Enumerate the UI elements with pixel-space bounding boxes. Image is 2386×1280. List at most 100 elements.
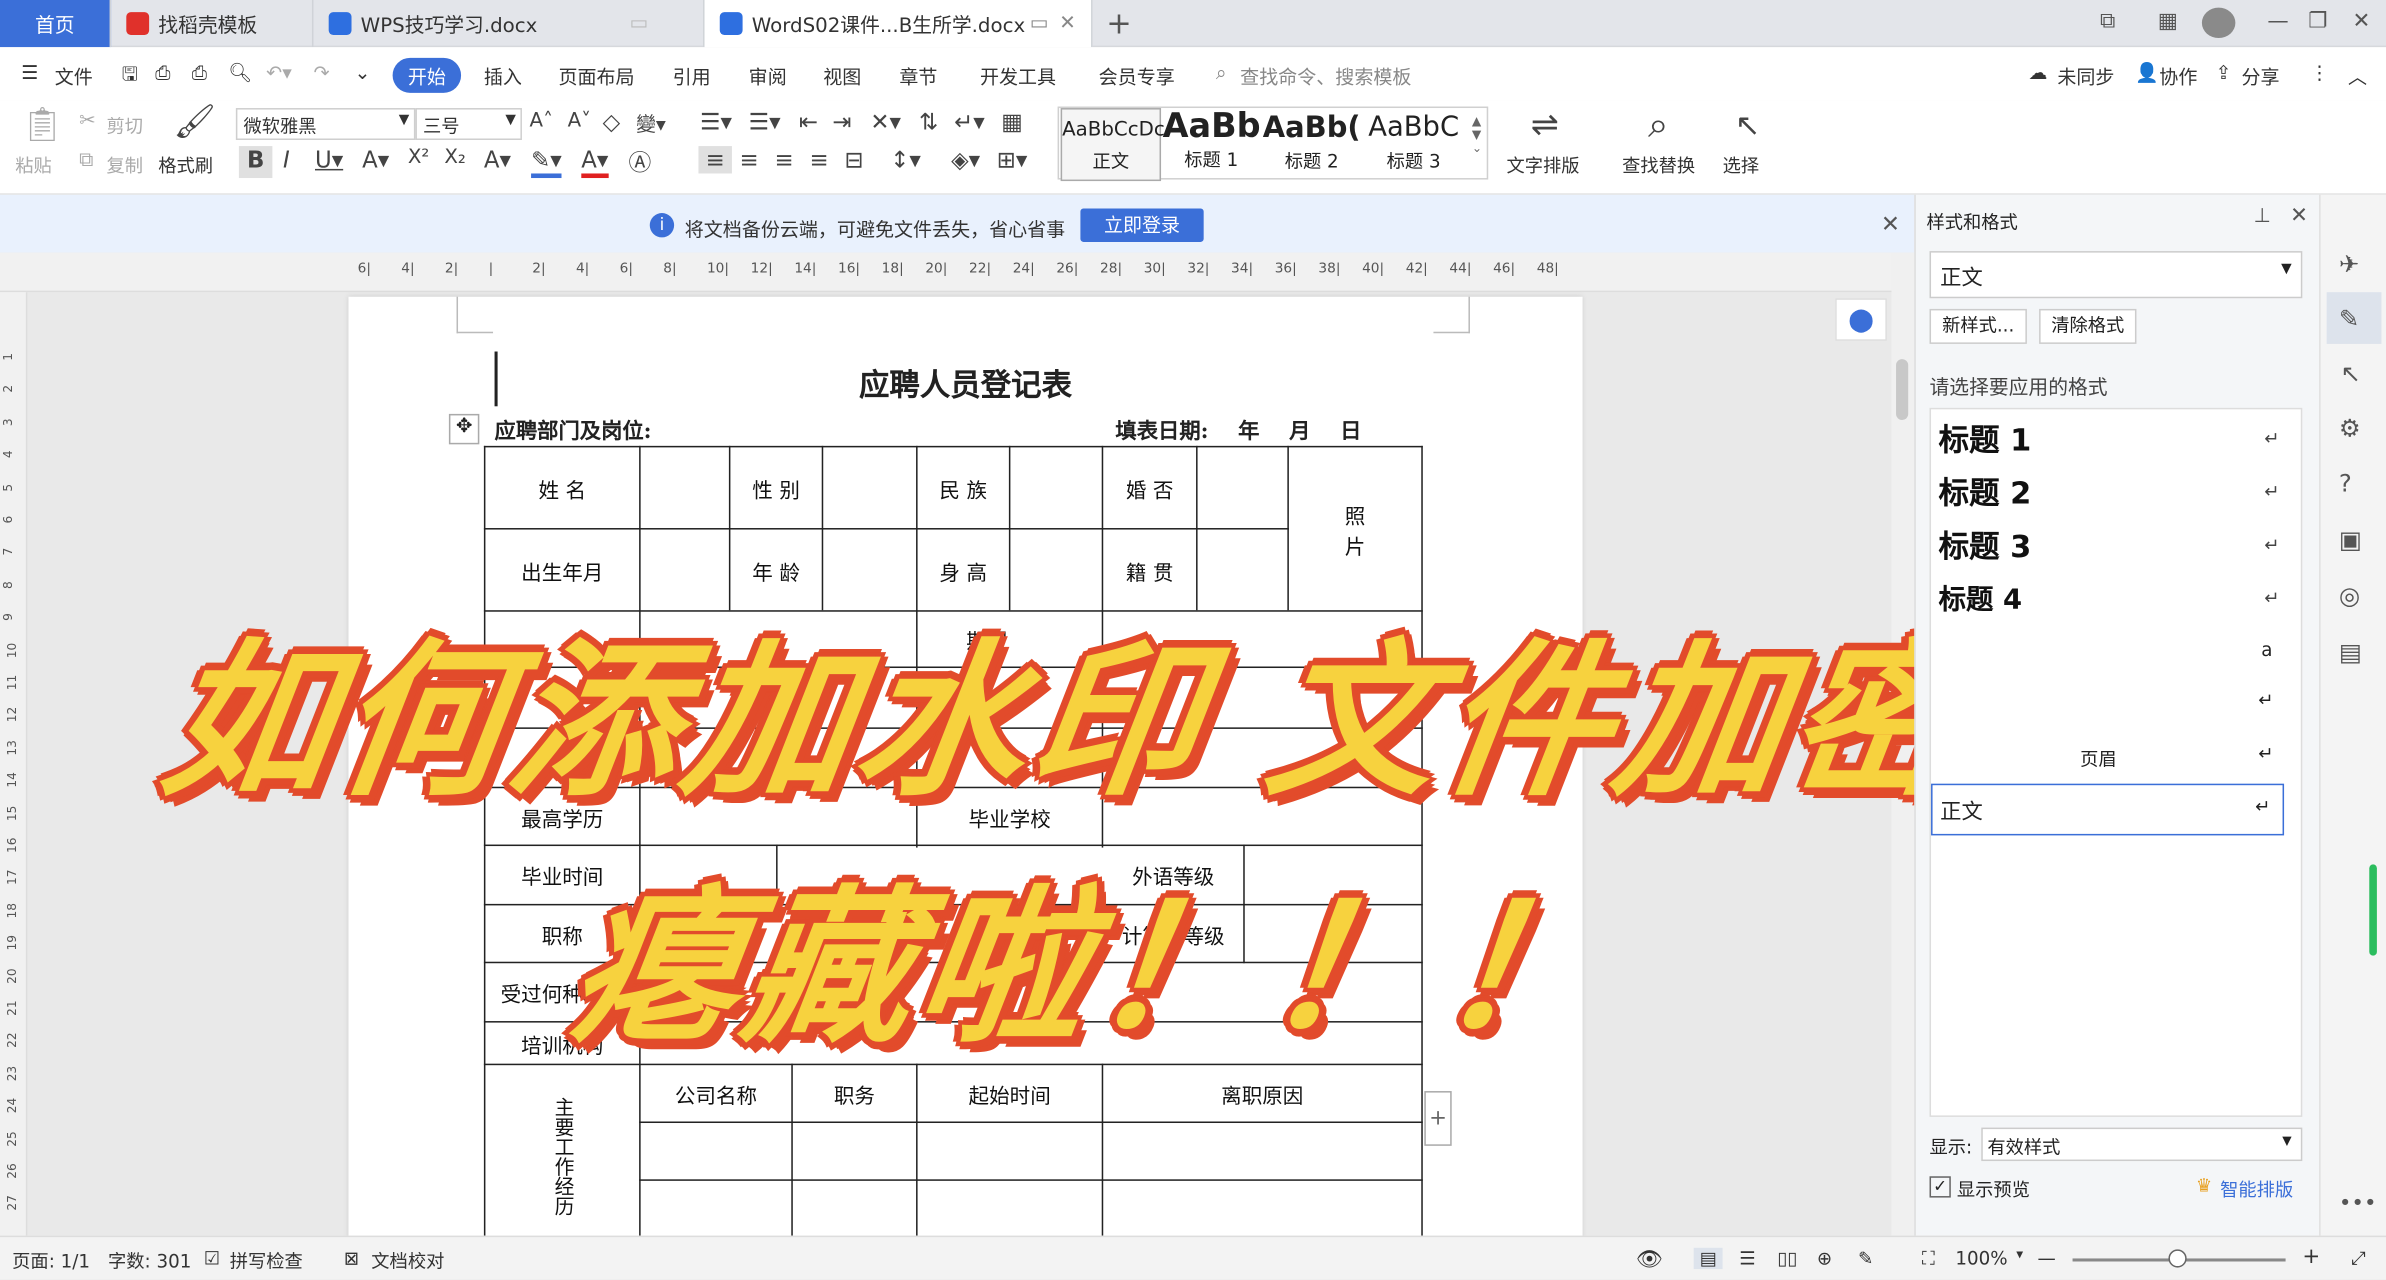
add-column-icon[interactable]: + [1424, 1091, 1452, 1146]
menu-developer[interactable]: 开发工具 [980, 61, 1056, 90]
smart-layout-button[interactable]: 智能排版 [2220, 1176, 2293, 1202]
cursor-icon[interactable]: ↖ [2340, 359, 2360, 388]
select-button[interactable]: 选择 [1723, 152, 1760, 178]
clear-format-icon[interactable]: ◇ [603, 108, 621, 135]
eye-protect-icon[interactable]: 👁︎ [1636, 1248, 1663, 1272]
superscript-icon[interactable]: X² [408, 146, 429, 169]
monitor-icon[interactable]: ▭ [1030, 12, 1049, 35]
close-panel-icon[interactable]: ✕ [2290, 204, 2308, 228]
style-heading-4[interactable]: 标题 4 ↵ [1930, 571, 2301, 624]
command-search-input[interactable]: 查找命令、搜索模板 [1240, 61, 1411, 90]
pinyin-icon[interactable]: 變▾ [636, 108, 666, 137]
collab-button[interactable]: 协作 [2159, 61, 2197, 90]
restore-icon[interactable]: ❐ [2308, 9, 2327, 33]
zoom-chevron-icon[interactable]: ▾ [2016, 1248, 2023, 1263]
font-size-select[interactable]: 三号 ▼ [415, 108, 522, 140]
show-marks-icon[interactable]: ↵▾ [954, 108, 985, 135]
rocket-icon[interactable]: ✈ [2339, 250, 2359, 279]
menu-page-layout[interactable]: 页面布局 [558, 61, 634, 90]
menu-file[interactable]: 文件 [55, 61, 93, 90]
help-icon[interactable]: ? [2339, 469, 2352, 498]
menu-view[interactable]: 视图 [823, 61, 861, 90]
menu-member[interactable]: 会员专享 [1099, 61, 1175, 90]
menu-home[interactable]: 开始 [392, 57, 462, 93]
tab-template[interactable]: 找稻壳模板 [111, 0, 314, 48]
increase-indent-icon[interactable]: ⇥ [832, 108, 851, 135]
new-style-button[interactable]: 新样式... [1929, 308, 2027, 344]
shrink-font-icon[interactable]: A˅ [568, 110, 591, 133]
paste-button[interactable]: 粘贴 [15, 152, 52, 178]
zoom-in-icon[interactable]: + [2302, 1245, 2320, 1269]
subscript-icon[interactable]: X₂ [444, 146, 465, 169]
tab-doc-word02[interactable]: WordS02课件...B生所学.docx ▭ ✕ [704, 0, 1093, 48]
share-button[interactable]: 分享 [2241, 61, 2279, 90]
close-notice-icon[interactable]: ✕ [1881, 210, 1900, 237]
pen-view-icon[interactable]: ✎ [1858, 1248, 1873, 1269]
scroll-thumb[interactable] [1896, 359, 1909, 420]
image-edit-icon[interactable]: ▣ [2339, 525, 2362, 554]
decrease-indent-icon[interactable]: ⇤ [799, 108, 818, 135]
text-layout-button[interactable]: 文字排版 [1506, 152, 1579, 178]
style-gallery-scroll-icon[interactable]: ▲ ▼ ⌄ [1472, 114, 1482, 155]
pin-icon[interactable]: ⊥ [2254, 205, 2271, 228]
tab-doc-wps-tips[interactable]: WPS技巧学习.docx ▭ [313, 0, 705, 48]
char-border-icon[interactable]: Ⓐ [628, 146, 651, 178]
export-pdf-icon[interactable]: ⎙ [155, 61, 170, 85]
close-window-icon[interactable]: ✕ [2353, 9, 2371, 33]
style-heading1[interactable]: AaBb 标题 1 [1163, 108, 1260, 181]
strikethrough-icon[interactable]: A▾ [362, 146, 389, 173]
outline-view-icon[interactable]: ☰ [1739, 1248, 1755, 1269]
underline-icon[interactable]: U▾ [315, 146, 343, 173]
web-view-icon[interactable]: ⊕ [1817, 1248, 1832, 1269]
more-icon[interactable]: ⋮ [2310, 61, 2329, 84]
collapse-ribbon-icon[interactable]: ︿ [2348, 61, 2367, 90]
bullets-icon[interactable]: ☰▾ [700, 108, 732, 135]
fit-page-icon[interactable]: ⛶ [1922, 1248, 1935, 1271]
page-view-icon[interactable]: ▤ [1693, 1247, 1724, 1270]
apps-grid-icon[interactable]: ▦ [2158, 9, 2178, 33]
find-replace-button[interactable]: 查找替换 [1622, 152, 1695, 178]
current-style-select[interactable]: 正文 ▼ [1929, 251, 2303, 299]
fullscreen-icon[interactable]: ⤢ [2351, 1248, 2366, 1271]
new-tab-button[interactable]: + [1106, 5, 1132, 42]
proofread-button[interactable]: 文档校对 [371, 1248, 444, 1274]
bold-icon[interactable]: B [238, 146, 273, 179]
menu-references[interactable]: 引用 [673, 61, 711, 90]
line-spacing-icon[interactable]: ↕▾ [890, 146, 921, 173]
show-preview-checkbox[interactable]: ✓ [1929, 1176, 1951, 1198]
hamburger-icon[interactable]: ☰ [21, 61, 38, 84]
print-icon[interactable]: ⎙ [192, 61, 207, 85]
undo-icon[interactable]: ↶▾ [266, 61, 291, 84]
style-heading-1[interactable]: 标题 1 ↵ [1930, 411, 2301, 464]
quick-access-more-icon[interactable]: ⌄ [355, 61, 371, 84]
login-button[interactable]: 立即登录 [1080, 208, 1204, 242]
distribute-icon[interactable]: ⊟ [845, 146, 864, 173]
reading-view-icon[interactable]: ▯▯ [1777, 1248, 1797, 1269]
zoom-out-icon[interactable]: — [2038, 1248, 2056, 1269]
numbering-icon[interactable]: ☰▾ [749, 108, 781, 135]
align-left-icon[interactable]: ≡ [698, 146, 732, 174]
menu-review[interactable]: 审阅 [749, 61, 787, 90]
avatar[interactable] [2201, 7, 2236, 39]
style-pen-icon[interactable]: ✎ [2339, 304, 2359, 333]
copy-button[interactable]: 复制 [107, 152, 144, 178]
menu-insert[interactable]: 插入 [484, 61, 522, 90]
shading-icon[interactable]: ◈▾ [951, 146, 980, 173]
layout-icon[interactable]: ⧉ [2100, 9, 2115, 33]
menu-chapter[interactable]: 章节 [899, 61, 937, 90]
cut-button[interactable]: 剪切 [107, 113, 144, 139]
italic-icon[interactable]: I [283, 146, 290, 173]
minimize-icon[interactable]: — [2267, 9, 2288, 33]
vertical-ruler[interactable]: 1 2 3 4 5 6 7 8 9 10 11 12 13 14 15 16 17 18 19 20 21 22 23 24 2… [0, 292, 28, 1236]
spellcheck-button[interactable]: 拼写检查 [230, 1248, 303, 1274]
grow-font-icon[interactable]: A˄ [530, 110, 553, 133]
style-heading-3[interactable]: 标题 3 ↵ [1930, 517, 2301, 570]
word-count[interactable]: 字数: 301 [108, 1248, 191, 1274]
book-search-icon[interactable]: ▤ [2339, 638, 2362, 667]
style-normal-item[interactable]: 正文 ↵ [1931, 783, 2285, 836]
format-painter-button[interactable]: 格式刷 [158, 152, 213, 178]
print-preview-icon[interactable]: 🔍︎ [228, 61, 252, 85]
borders-icon[interactable]: ⊞▾ [997, 146, 1028, 173]
chinese-layout-icon[interactable]: ✕▾ [870, 108, 901, 135]
zoom-slider-thumb[interactable] [2168, 1249, 2187, 1268]
